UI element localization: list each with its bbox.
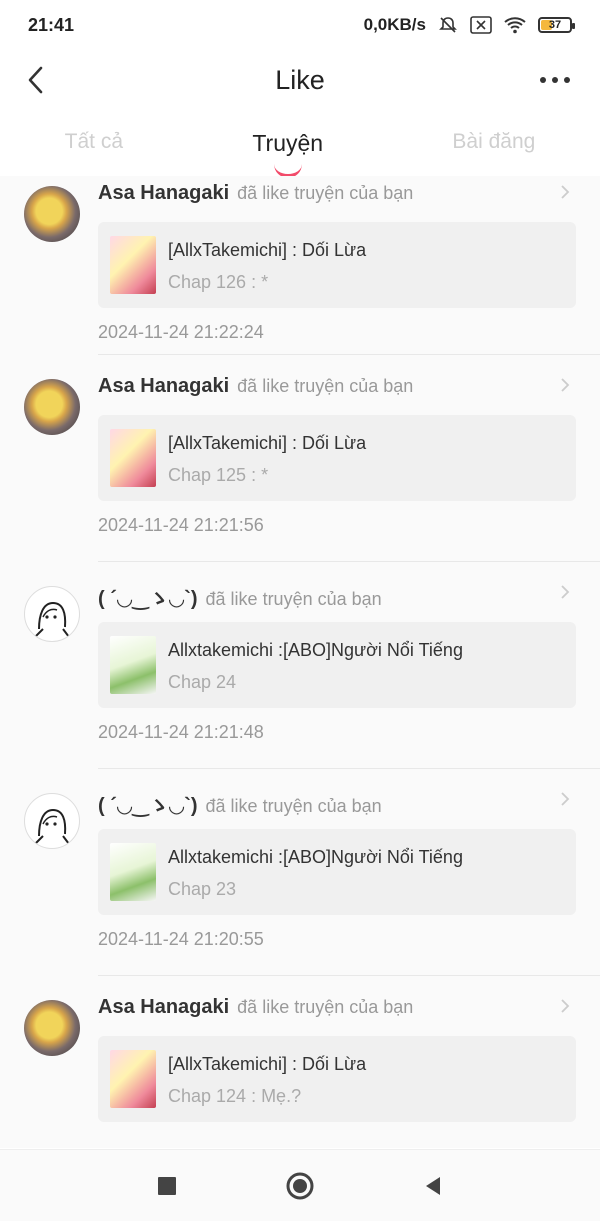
header: Like [0,50,600,110]
story-title: [AllxTakemichi] : Dối Lừa [168,433,367,453]
triangle-back-icon [426,1176,441,1195]
story-cover [110,1050,156,1108]
timestamp: 2024-11-24 21:20:55 [98,929,264,949]
list-item[interactable]: Asa Hanagaki đã like truyện của bạn [Allx… [0,355,600,562]
story-card[interactable]: [AllxTakemichi] : Dối Lừa Chap 125 : * [98,415,576,501]
list-item[interactable]: ( ´◡‿ゝ◡`) đã like truyện của bạn Allxtake… [0,562,600,769]
avatar[interactable] [24,1000,80,1056]
chevron-right-icon [561,185,570,199]
sketch-avatar-icon [34,601,70,638]
action-text: đã like truyện của bạn [237,183,414,203]
sim-off-icon [470,16,492,34]
status-icons: 0,0KB/s 37 [363,15,575,35]
chevron-right-icon [561,792,570,806]
story-card[interactable]: [AllxTakemichi] : Dối Lừa Chap 126 : * [98,222,576,308]
square-icon [157,1176,176,1195]
wifi-icon [504,17,526,34]
status-bar: 21:41 0,0KB/s 37 [0,0,600,50]
chevron-right-icon [561,999,570,1013]
story-title: Allxtakemichi :[ABO]Người Nổi Tiếng [168,847,463,867]
user-name[interactable]: ( ´◡‿ゝ◡`) [98,582,198,611]
page-title: Like [275,64,325,95]
chevron-right-icon [561,585,570,599]
system-navigation-bar [0,1149,600,1221]
story-title: [AllxTakemichi] : Dối Lừa [168,1054,367,1074]
action-text: đã like truyện của bạn [237,997,414,1017]
avatar[interactable] [24,586,80,642]
action-text: đã like truyện của bạn [237,376,414,396]
chapter-label: Chap 126 : * [168,272,269,292]
chapter-label: Chap 124 : Mẹ.? [168,1086,302,1106]
list-item[interactable]: Asa Hanagaki đã like truyện của bạn [Allx… [0,976,600,1148]
user-name[interactable]: ( ´◡‿ゝ◡`) [98,789,198,818]
back-button[interactable] [413,1166,453,1206]
user-name[interactable]: Asa Hanagaki [98,182,229,205]
timestamp: 2024-11-24 21:21:48 [98,722,264,742]
action-text: đã like truyện của bạn [205,796,382,816]
story-card[interactable]: Allxtakemichi :[ABO]Người Nổi Tiếng Chap… [98,622,576,708]
avatar[interactable] [24,379,80,435]
bell-muted-icon [439,17,457,33]
story-title: [AllxTakemichi] : Dối Lừa [168,240,367,260]
chevron-right-icon [561,378,570,392]
network-speed: 0,0KB/s [363,15,426,34]
tab-stories[interactable]: Truyện [252,118,323,178]
avatar[interactable] [24,793,80,849]
recent-apps-button[interactable] [147,1166,187,1206]
list-item[interactable]: ( ´◡‿ゝ◡`) đã like truyện của bạn Allxtake… [0,769,600,976]
user-name[interactable]: Asa Hanagaki [98,375,229,398]
back-icon[interactable] [22,62,52,98]
tab-posts[interactable]: Bài đăng [452,118,535,154]
story-card[interactable]: [AllxTakemichi] : Dối Lừa Chap 124 : Mẹ.… [98,1036,576,1122]
tab-all[interactable]: Tất cả [65,118,123,154]
chapter-label: Chap 125 : * [168,465,269,485]
tab-bar: Tất cả Truyện Bài đăng [0,118,600,178]
story-card[interactable]: Allxtakemichi :[ABO]Người Nổi Tiếng Chap… [98,829,576,915]
story-cover [110,429,156,487]
timestamp: 2024-11-24 21:21:56 [98,515,264,535]
more-options-icon[interactable] [540,70,574,90]
story-title: Allxtakemichi :[ABO]Người Nổi Tiếng [168,640,463,660]
list-item[interactable]: Asa Hanagaki đã like truyện của bạn [Allx… [0,176,600,355]
circle-icon [286,1172,314,1199]
chapter-label: Chap 23 [168,879,237,899]
story-cover [110,236,156,294]
avatar[interactable] [24,186,80,242]
sketch-avatar-icon [34,808,70,845]
chapter-label: Chap 24 [168,672,237,692]
like-list: Asa Hanagaki đã like truyện của bạn [Allx… [0,176,600,1148]
action-text: đã like truyện của bạn [205,589,382,609]
battery-icon: 37 [538,17,575,33]
story-cover [110,843,156,901]
status-time: 21:41 [28,14,75,35]
home-button[interactable] [280,1166,320,1206]
story-cover [110,636,156,694]
timestamp: 2024-11-24 21:22:24 [98,322,264,342]
user-name[interactable]: Asa Hanagaki [98,996,229,1019]
battery-level: 37 [548,19,562,31]
